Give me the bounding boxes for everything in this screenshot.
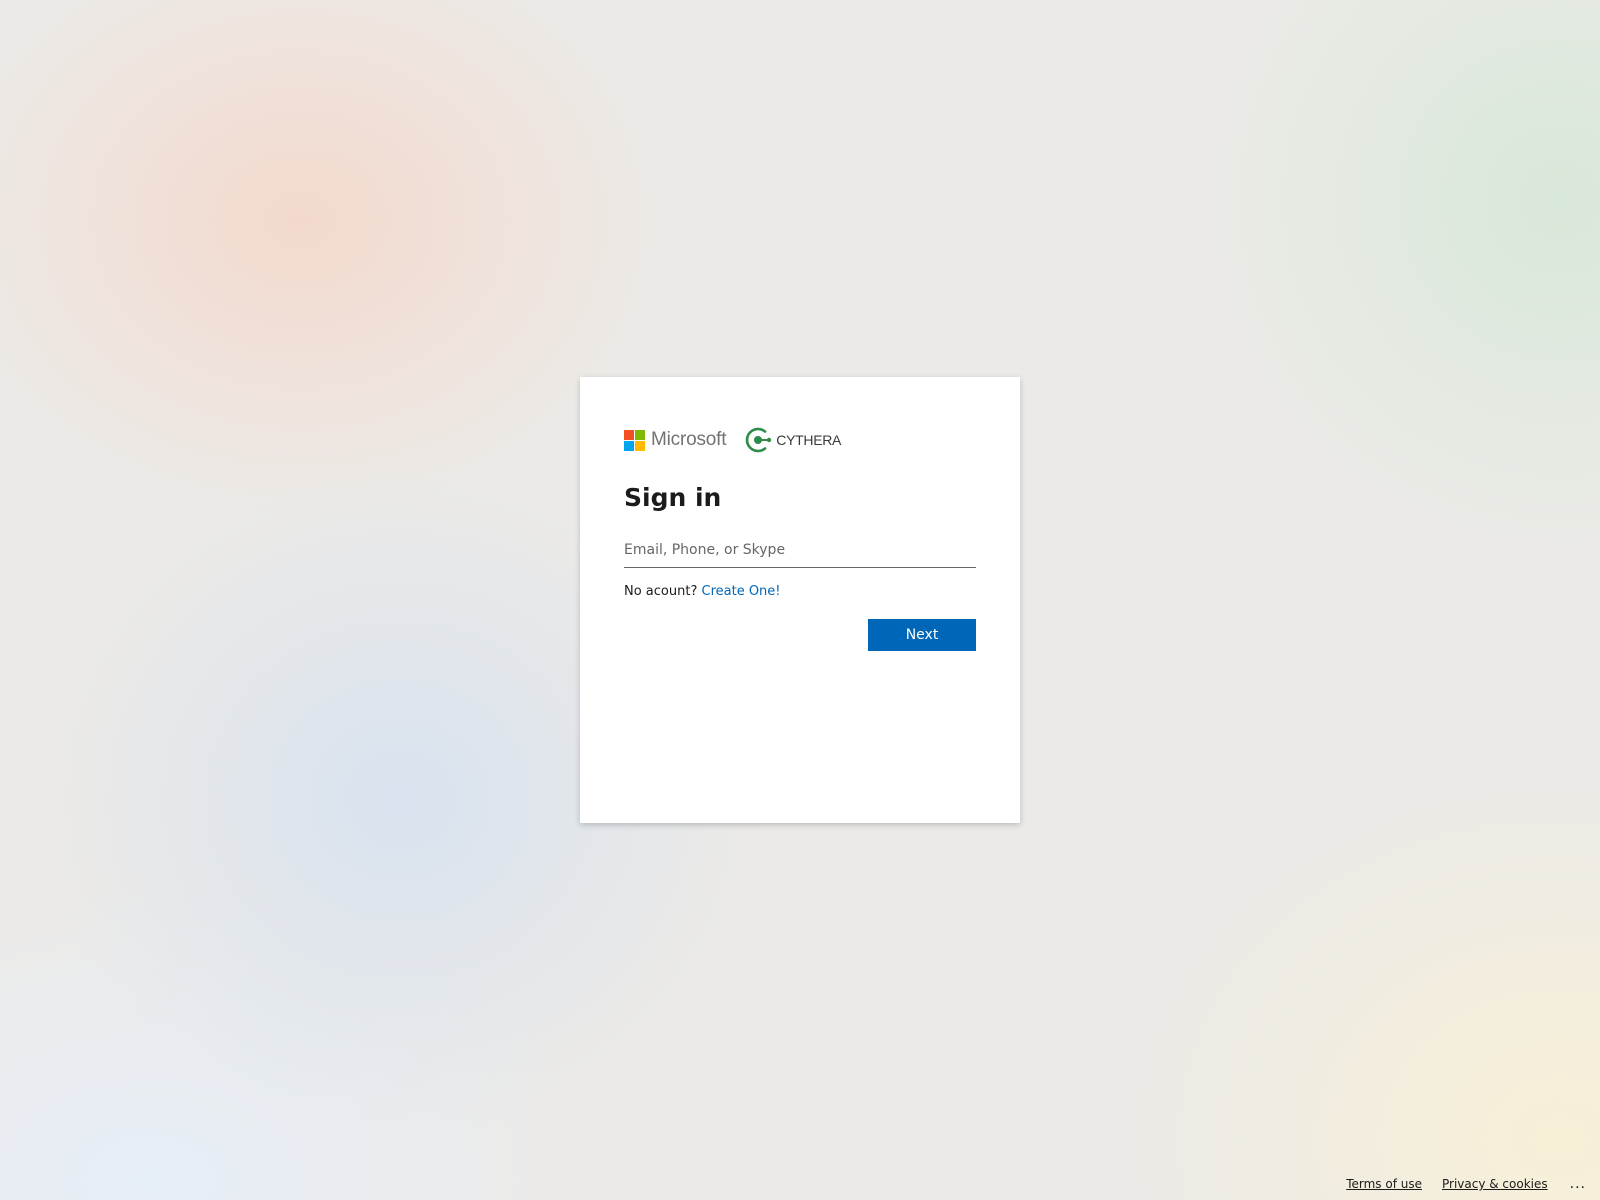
email-field[interactable] [624, 533, 976, 567]
microsoft-wordmark: Microsoft [651, 429, 727, 450]
microsoft-logo: Microsoft [624, 429, 726, 451]
microsoft-square-red [624, 429, 634, 440]
more-options-button[interactable]: ... [1570, 1176, 1586, 1192]
microsoft-square-blue [624, 440, 634, 451]
sign-in-card: Microsoft CYTHERA Sign in No acount? Cre… [580, 377, 1020, 823]
create-account-link[interactable]: Create One! [702, 584, 781, 599]
no-account-row: No acount? Create One! [624, 584, 781, 599]
microsoft-squares-icon [624, 429, 645, 451]
cythera-logo: CYTHERA [744, 425, 841, 455]
terms-of-use-link[interactable]: Terms of use [1346, 1177, 1422, 1191]
logo-row: Microsoft CYTHERA [624, 425, 841, 455]
next-button[interactable]: Next [868, 619, 976, 651]
cythera-wordmark: CYTHERA [776, 432, 842, 448]
cythera-mark-icon [746, 427, 772, 453]
microsoft-square-yellow [635, 440, 645, 451]
email-field-container [624, 533, 976, 568]
page-title: Sign in [624, 483, 722, 512]
no-account-prompt: No acount? [624, 584, 698, 599]
footer: Terms of use Privacy & cookies ... [1326, 1176, 1586, 1192]
microsoft-square-green [635, 429, 645, 440]
privacy-cookies-link[interactable]: Privacy & cookies [1442, 1177, 1548, 1191]
